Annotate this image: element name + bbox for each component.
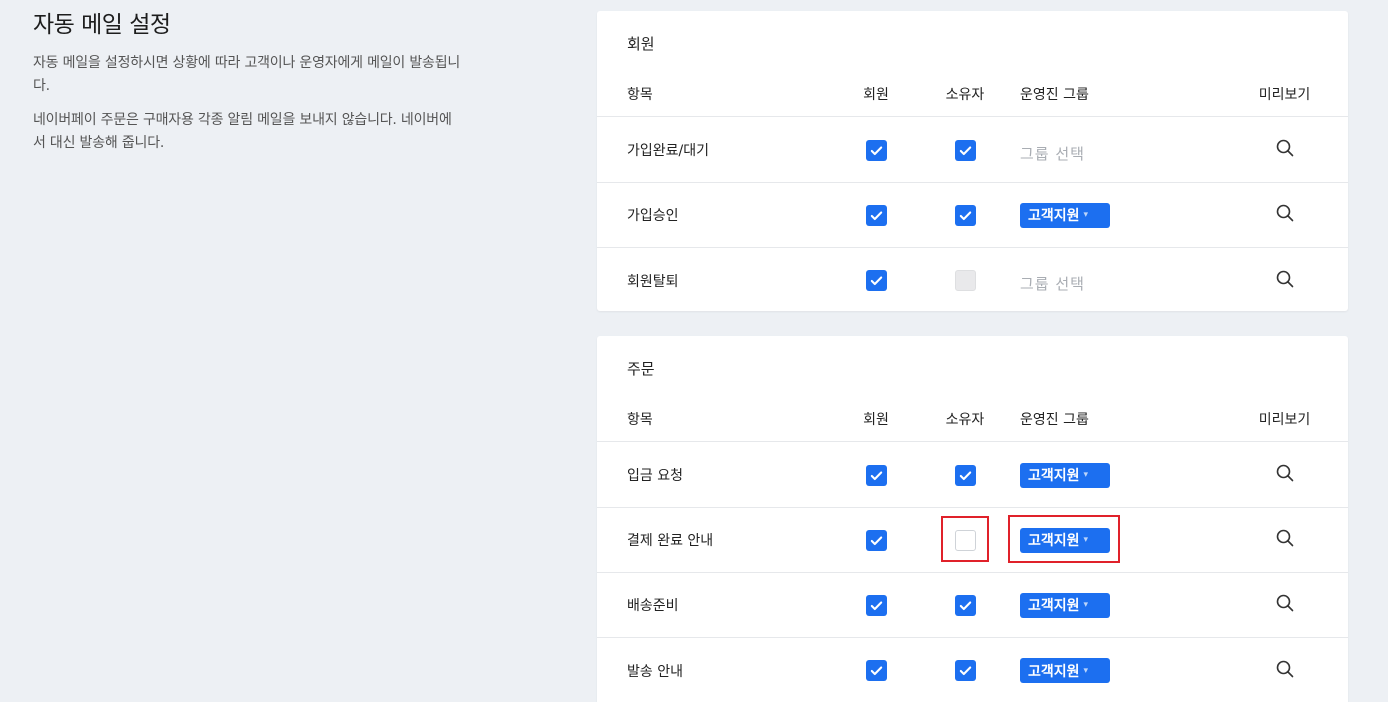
header-item: 항목 [627,412,653,428]
preview-search-icon[interactable] [1275,659,1295,683]
table-header: 항목 회원 소유자 운영진 그룹 미리보기 [597,84,1348,117]
highlight-box-owner [941,516,989,562]
group-select[interactable]: 고객지원 ▾ [1020,592,1110,618]
chevron-down-icon: ▾ [1083,665,1089,676]
preview-search-icon[interactable] [1275,528,1295,552]
header-preview: 미리보기 [1258,87,1311,103]
header-member: 회원 [863,87,889,103]
highlight-box-group [1008,515,1120,563]
chevron-down-icon: ▾ [1083,470,1089,480]
owner-checkbox[interactable] [954,139,976,161]
group-tag-label: 고객지원 [1028,468,1080,484]
group-tag-label: 고객지원 [1028,663,1080,680]
member-checkbox[interactable] [865,204,887,226]
row-item-name: 배송준비 [627,598,679,614]
owner-checkbox [954,270,976,291]
row-item-name: 입금 요청 [627,468,683,484]
header-group: 운영진 그룹 [1020,87,1089,103]
member-checkbox[interactable] [865,464,887,486]
preview-search-icon[interactable] [1275,593,1295,617]
row-item-name: 결제 완료 안내 [627,533,714,549]
header-preview: 미리보기 [1258,412,1311,428]
owner-checkbox[interactable] [954,464,976,486]
group-tag-label: 고객지원 [1028,598,1080,614]
group-select-placeholder[interactable]: 그룹 선택 [1020,267,1085,294]
group-select[interactable]: 고객지원 ▾ [1020,658,1110,683]
group-tag-label: 고객지원 [1028,208,1080,224]
row-item-name: 가입완료/대기 [627,143,709,159]
preview-search-icon[interactable] [1275,463,1295,487]
member-checkbox[interactable] [865,660,887,681]
table-row: 가입승인 고객지원 ▾ [597,183,1348,248]
preview-search-icon[interactable] [1275,138,1295,162]
member-checkbox[interactable] [865,529,887,551]
table-header: 항목 회원 소유자 운영진 그룹 미리보기 [597,409,1348,442]
chevron-down-icon: ▾ [1083,210,1089,220]
table-row: 입금 요청 고객지원 ▾ [597,443,1348,508]
page-description: 자동 메일을 설정하시면 상황에 따라 고객이나 운영자에게 메일이 발송됩니다… [33,55,461,94]
intro-panel: 자동 메일 설정 자동 메일을 설정하시면 상황에 따라 고객이나 운영자에게 … [33,10,463,155]
header-item: 항목 [627,87,653,103]
header-owner: 소유자 [945,87,985,103]
table-row: 가입완료/대기 그룹 선택 [597,118,1348,183]
table-row: 회원탈퇴 그룹 선택 [597,248,1348,313]
member-checkbox[interactable] [865,139,887,161]
owner-checkbox[interactable] [954,660,976,681]
preview-search-icon[interactable] [1275,203,1295,227]
section-title: 주문 [627,360,655,378]
page-title: 자동 메일 설정 [33,12,171,38]
member-checkbox[interactable] [865,270,887,291]
row-item-name: 가입승인 [627,208,679,224]
section-title: 회원 [627,35,655,53]
group-select-placeholder[interactable]: 그룹 선택 [1020,137,1085,164]
owner-checkbox[interactable] [954,204,976,226]
naverpay-notice: 네이버페이 주문은 구매자용 각종 알림 메일을 보내지 않습니다. 네이버에서… [33,112,452,151]
chevron-down-icon: ▾ [1083,600,1089,610]
section-member-card: 회원 항목 회원 소유자 운영진 그룹 미리보기 가입완료/대기 그룹 선택 가입승인 고객지원… [597,11,1348,311]
row-item-name: 회원탈퇴 [627,273,679,290]
preview-search-icon[interactable] [1275,269,1295,293]
row-item-name: 발송 안내 [627,663,683,680]
owner-checkbox[interactable] [954,594,976,616]
header-member: 회원 [863,412,889,428]
table-row: 배송준비 고객지원 ▾ [597,573,1348,638]
header-owner: 소유자 [945,412,985,428]
group-select[interactable]: 고객지원 ▾ [1020,462,1110,488]
header-group: 운영진 그룹 [1020,412,1089,428]
group-select[interactable]: 고객지원 ▾ [1020,202,1110,228]
table-row: 발송 안내 고객지원 ▾ [597,638,1348,702]
member-checkbox[interactable] [865,594,887,616]
